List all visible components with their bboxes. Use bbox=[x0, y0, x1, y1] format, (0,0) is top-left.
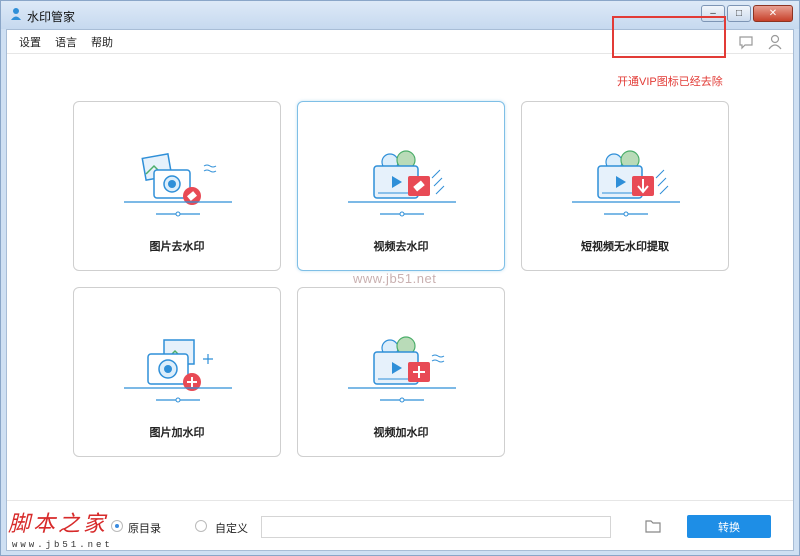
photo-add-icon bbox=[124, 339, 232, 403]
video-download-icon bbox=[572, 150, 680, 217]
card-label: 视频去水印 bbox=[373, 241, 429, 253]
user-icon[interactable] bbox=[766, 33, 784, 51]
menu-language[interactable]: 语言 bbox=[55, 34, 77, 50]
window-title: 水印管家 bbox=[27, 10, 76, 24]
card-video-add-watermark[interactable]: 视频加水印 bbox=[297, 287, 505, 457]
photo-remove-icon bbox=[124, 153, 232, 217]
card-video-remove-watermark[interactable]: 视频去水印 bbox=[297, 101, 505, 271]
chat-icon[interactable] bbox=[737, 33, 755, 51]
video-add-icon bbox=[348, 336, 456, 403]
label-original-dir: 原目录 bbox=[128, 523, 161, 535]
app-window: 水印管家 – □ ✕ 设置 语言 帮助 开通VIP图标已经去除 图片去水印 视频… bbox=[0, 0, 800, 556]
card-label: 视频加水印 bbox=[373, 427, 429, 439]
vip-removed-note: 开通VIP图标已经去除 bbox=[617, 76, 723, 88]
radio-original-dir[interactable] bbox=[111, 520, 123, 532]
convert-button[interactable]: 转换 bbox=[687, 515, 771, 538]
card-image-add-watermark[interactable]: 图片加水印 bbox=[73, 287, 281, 457]
label-custom-dir: 自定义 bbox=[215, 523, 248, 535]
folder-icon[interactable] bbox=[645, 519, 661, 533]
card-label: 图片加水印 bbox=[149, 427, 205, 439]
output-bar: 原目录 自定义 转换 bbox=[7, 500, 793, 550]
menu-settings[interactable]: 设置 bbox=[19, 34, 41, 50]
card-label: 图片去水印 bbox=[149, 241, 205, 253]
maximize-button[interactable]: □ bbox=[727, 5, 751, 22]
video-remove-icon bbox=[348, 150, 456, 217]
card-label: 短视频无水印提取 bbox=[581, 241, 669, 253]
output-path-input[interactable] bbox=[261, 516, 611, 538]
site-url-watermark: www.jb51.net bbox=[12, 540, 113, 550]
close-button[interactable]: ✕ bbox=[753, 5, 793, 22]
radio-custom-dir[interactable] bbox=[195, 520, 207, 532]
main-panel: 设置 语言 帮助 开通VIP图标已经去除 图片去水印 视频去水印 短视频无水印提… bbox=[6, 16, 794, 551]
site-watermark-text: www.jb51.net bbox=[353, 271, 437, 286]
app-logo-icon bbox=[11, 8, 21, 20]
vip-removed-highlight-box bbox=[612, 16, 726, 58]
card-short-video-extract[interactable]: 短视频无水印提取 bbox=[521, 101, 729, 271]
menu-help[interactable]: 帮助 bbox=[91, 34, 113, 50]
card-image-remove-watermark[interactable]: 图片去水印 bbox=[73, 101, 281, 271]
site-logo-watermark: 脚本之家 bbox=[8, 512, 109, 537]
